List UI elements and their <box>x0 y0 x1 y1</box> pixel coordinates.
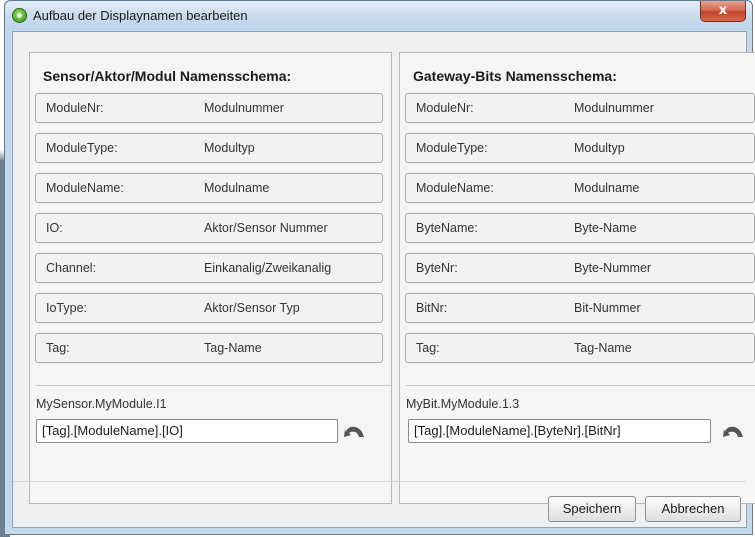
field-row-bytenr[interactable]: ByteNr: Byte-Nummer <box>405 253 755 283</box>
field-row-tag[interactable]: Tag: Tag-Name <box>405 333 755 363</box>
close-button[interactable]: x <box>700 1 746 22</box>
field-description: Modulname <box>574 181 640 195</box>
field-description: Byte-Nummer <box>574 261 652 275</box>
field-row-modulename[interactable]: ModuleName: Modulname <box>405 173 755 203</box>
field-row-moduletype[interactable]: ModuleType: Modultyp <box>405 133 755 163</box>
field-row-iotype[interactable]: IoType: Aktor/Sensor Typ <box>35 293 383 323</box>
field-row-bitnr[interactable]: BitNr: Bit-Nummer <box>405 293 755 323</box>
field-description: Aktor/Sensor Typ <box>204 301 300 315</box>
field-row-io[interactable]: IO: Aktor/Sensor Nummer <box>35 213 383 243</box>
dialog-window: Aufbau der Displaynamen bearbeiten x Sen… <box>4 0 755 535</box>
field-description: Modulnummer <box>574 101 654 115</box>
field-key: BitNr: <box>416 301 448 315</box>
field-key: Tag: <box>46 341 70 355</box>
field-row-modulename[interactable]: ModuleName: Modulname <box>35 173 383 203</box>
field-key: ModuleType: <box>416 141 488 155</box>
field-key: ModuleType: <box>46 141 118 155</box>
gateway-schema-panel: Gateway-Bits Namensschema: ModuleNr: Mod… <box>399 52 755 504</box>
save-button[interactable]: Speichern <box>548 496 636 522</box>
separator <box>406 385 755 386</box>
name-pattern-input[interactable]: [Tag].[ModuleName].[ByteNr].[BitNr] <box>408 419 711 443</box>
field-key: IoType: <box>46 301 87 315</box>
reset-icon[interactable] <box>343 423 365 439</box>
window-title: Aufbau der Displaynamen bearbeiten <box>33 8 248 23</box>
field-key: ByteName: <box>416 221 478 235</box>
field-description: Modulnummer <box>204 101 284 115</box>
field-row-modulenr[interactable]: ModuleNr: Modulnummer <box>405 93 755 123</box>
field-key: ModuleName: <box>416 181 494 195</box>
field-key: Channel: <box>46 261 97 275</box>
field-row-moduletype[interactable]: ModuleType: Modultyp <box>35 133 383 163</box>
name-pattern-input[interactable]: [Tag].[ModuleName].[IO] <box>36 419 338 443</box>
panel-heading: Gateway-Bits Namensschema: <box>413 68 617 84</box>
field-description: Bit-Nummer <box>574 301 641 315</box>
field-key: Tag: <box>416 341 440 355</box>
field-description: Modulname <box>204 181 270 195</box>
title-bar: Aufbau der Displaynamen bearbeiten x <box>5 1 752 30</box>
sensor-schema-panel: Sensor/Aktor/Modul Namensschema: ModuleN… <box>29 52 392 504</box>
field-description: Modultyp <box>204 141 255 155</box>
field-row-channel[interactable]: Channel: Einkanalig/Zweikanalig <box>35 253 383 283</box>
field-row-bytename[interactable]: ByteName: Byte-Name <box>405 213 755 243</box>
dialog-content: Sensor/Aktor/Modul Namensschema: ModuleN… <box>12 31 755 528</box>
field-description: Modultyp <box>574 141 625 155</box>
field-key: ModuleNr: <box>416 101 474 115</box>
field-key: ByteNr: <box>416 261 458 275</box>
field-key: ModuleNr: <box>46 101 104 115</box>
separator <box>36 385 391 386</box>
field-description: Einkanalig/Zweikanalig <box>204 261 332 275</box>
app-logo-icon <box>12 8 27 23</box>
field-description: Aktor/Sensor Nummer <box>204 221 328 235</box>
name-preview: MySensor.MyModule.I1 <box>36 397 167 411</box>
panel-heading: Sensor/Aktor/Modul Namensschema: <box>43 68 292 84</box>
reset-icon[interactable] <box>722 423 744 439</box>
field-description: Byte-Name <box>574 221 637 235</box>
field-row-tag[interactable]: Tag: Tag-Name <box>35 333 383 363</box>
field-description: Tag-Name <box>204 341 262 355</box>
cancel-button[interactable]: Abbrechen <box>645 496 741 522</box>
footer-divider <box>13 481 746 482</box>
field-key: IO: <box>46 221 63 235</box>
field-description: Tag-Name <box>574 341 632 355</box>
field-row-modulenr[interactable]: ModuleNr: Modulnummer <box>35 93 383 123</box>
field-key: ModuleName: <box>46 181 124 195</box>
name-preview: MyBit.MyModule.1.3 <box>406 397 520 411</box>
